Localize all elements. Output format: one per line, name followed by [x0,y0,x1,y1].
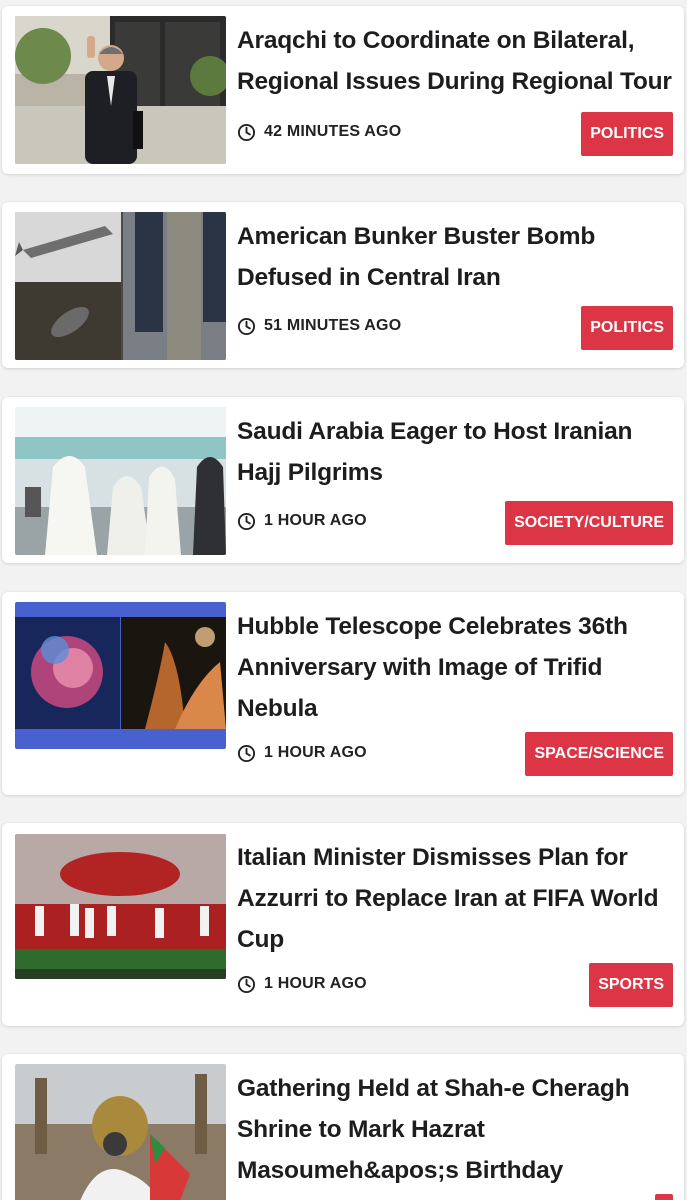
article-timestamp: 1 HOUR AGO [237,973,367,995]
news-card[interactable]: Hubble Telescope Celebrates 36th Anniver… [2,592,684,795]
timestamp-text: 1 HOUR AGO [264,512,367,529]
article-timestamp: 1 HOUR AGO [237,742,367,764]
news-card[interactable]: Saudi Arabia Eager to Host Iranian Hajj … [2,397,684,563]
clock-icon [237,744,256,762]
news-card[interactable]: Araqchi to Coordinate on Bilateral, Regi… [2,6,684,174]
timestamp-text: 1 HOUR AGO [264,744,367,761]
clock-icon [237,123,256,141]
article-timestamp: 1 HOUR AGO [237,510,367,532]
article-title[interactable]: American Bunker Buster Bomb Defused in C… [237,216,672,298]
clock-icon [237,975,256,993]
category-badge[interactable]: POLITICS [581,112,673,156]
timestamp-text: 1 HOUR AGO [264,975,367,992]
clock-icon [237,317,256,335]
article-title[interactable]: Gathering Held at Shah-e Cheragh Shrine … [237,1068,672,1191]
article-title[interactable]: Hubble Telescope Celebrates 36th Anniver… [237,606,672,729]
article-thumbnail[interactable] [15,602,226,749]
category-badge[interactable]: SPORTS [589,963,673,1007]
news-feed: Araqchi to Coordinate on Bilateral, Regi… [0,0,687,1200]
article-timestamp: 51 MINUTES AGO [237,315,401,337]
article-thumbnail[interactable] [15,1064,226,1200]
article-title[interactable]: Italian Minister Dismisses Plan for Azzu… [237,837,672,960]
news-card[interactable]: Italian Minister Dismisses Plan for Azzu… [2,823,684,1026]
timestamp-text: 51 MINUTES AGO [264,317,402,334]
article-title[interactable]: Saudi Arabia Eager to Host Iranian Hajj … [237,411,672,493]
article-thumbnail[interactable] [15,407,226,555]
article-timestamp: 42 MINUTES AGO [237,121,401,143]
article-thumbnail[interactable] [15,834,226,979]
category-badge[interactable]: POLITICS [581,306,673,350]
article-thumbnail[interactable] [15,212,226,360]
category-badge[interactable]: SPACE/SCIENCE [525,732,673,776]
article-thumbnail[interactable] [15,16,226,164]
article-title[interactable]: Araqchi to Coordinate on Bilateral, Regi… [237,20,672,102]
clock-icon [237,512,256,530]
news-card[interactable]: American Bunker Buster Bomb Defused in C… [2,202,684,368]
category-badge[interactable] [655,1194,673,1200]
news-card[interactable]: Gathering Held at Shah-e Cheragh Shrine … [2,1054,684,1200]
category-badge[interactable]: SOCIETY/CULTURE [505,501,673,545]
timestamp-text: 42 MINUTES AGO [264,123,402,140]
